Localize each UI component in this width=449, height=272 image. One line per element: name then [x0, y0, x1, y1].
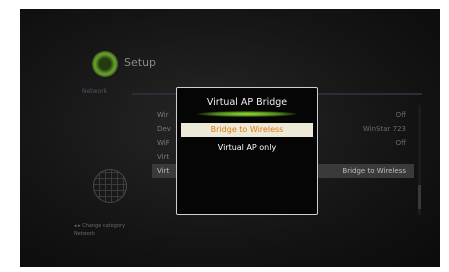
setting-label: Virt: [157, 153, 170, 161]
virtual-ap-bridge-dialog: Virtual AP Bridge Bridge to Wireless Vir…: [176, 87, 318, 215]
option-bridge-to-wireless[interactable]: Bridge to Wireless: [181, 123, 313, 137]
option-virtual-ap-only[interactable]: Virtual AP only: [181, 141, 313, 155]
globe-icon: [93, 169, 127, 203]
setting-value: Off: [395, 139, 406, 147]
hint-text: Change category: [82, 223, 126, 229]
page-title: Setup: [124, 56, 157, 69]
category-label[interactable]: Network: [82, 88, 107, 95]
setting-label: WiF: [157, 139, 170, 147]
hint-category: Network: [74, 231, 95, 237]
navigation-hint: ◂ ▸ Change category Network: [74, 222, 125, 238]
scrollbar-thumb[interactable]: [418, 185, 421, 209]
setting-value: Off: [395, 111, 406, 119]
setting-label: Virt: [157, 167, 170, 175]
dialog-title: Virtual AP Bridge: [206, 97, 288, 108]
gear-icon: [92, 51, 118, 77]
setting-label: Dev: [157, 125, 171, 133]
tv-screen: Setup Network Wir Off Dev WinStar 723 Wi…: [20, 9, 440, 267]
setting-value: WinStar 723: [362, 125, 406, 133]
scrollbar[interactable]: [418, 105, 421, 215]
arrow-keys-icon: ◂ ▸: [74, 223, 81, 229]
setting-value: Bridge to Wireless: [342, 167, 406, 175]
setting-label: Wir: [157, 111, 169, 119]
glow-divider: [197, 111, 297, 117]
